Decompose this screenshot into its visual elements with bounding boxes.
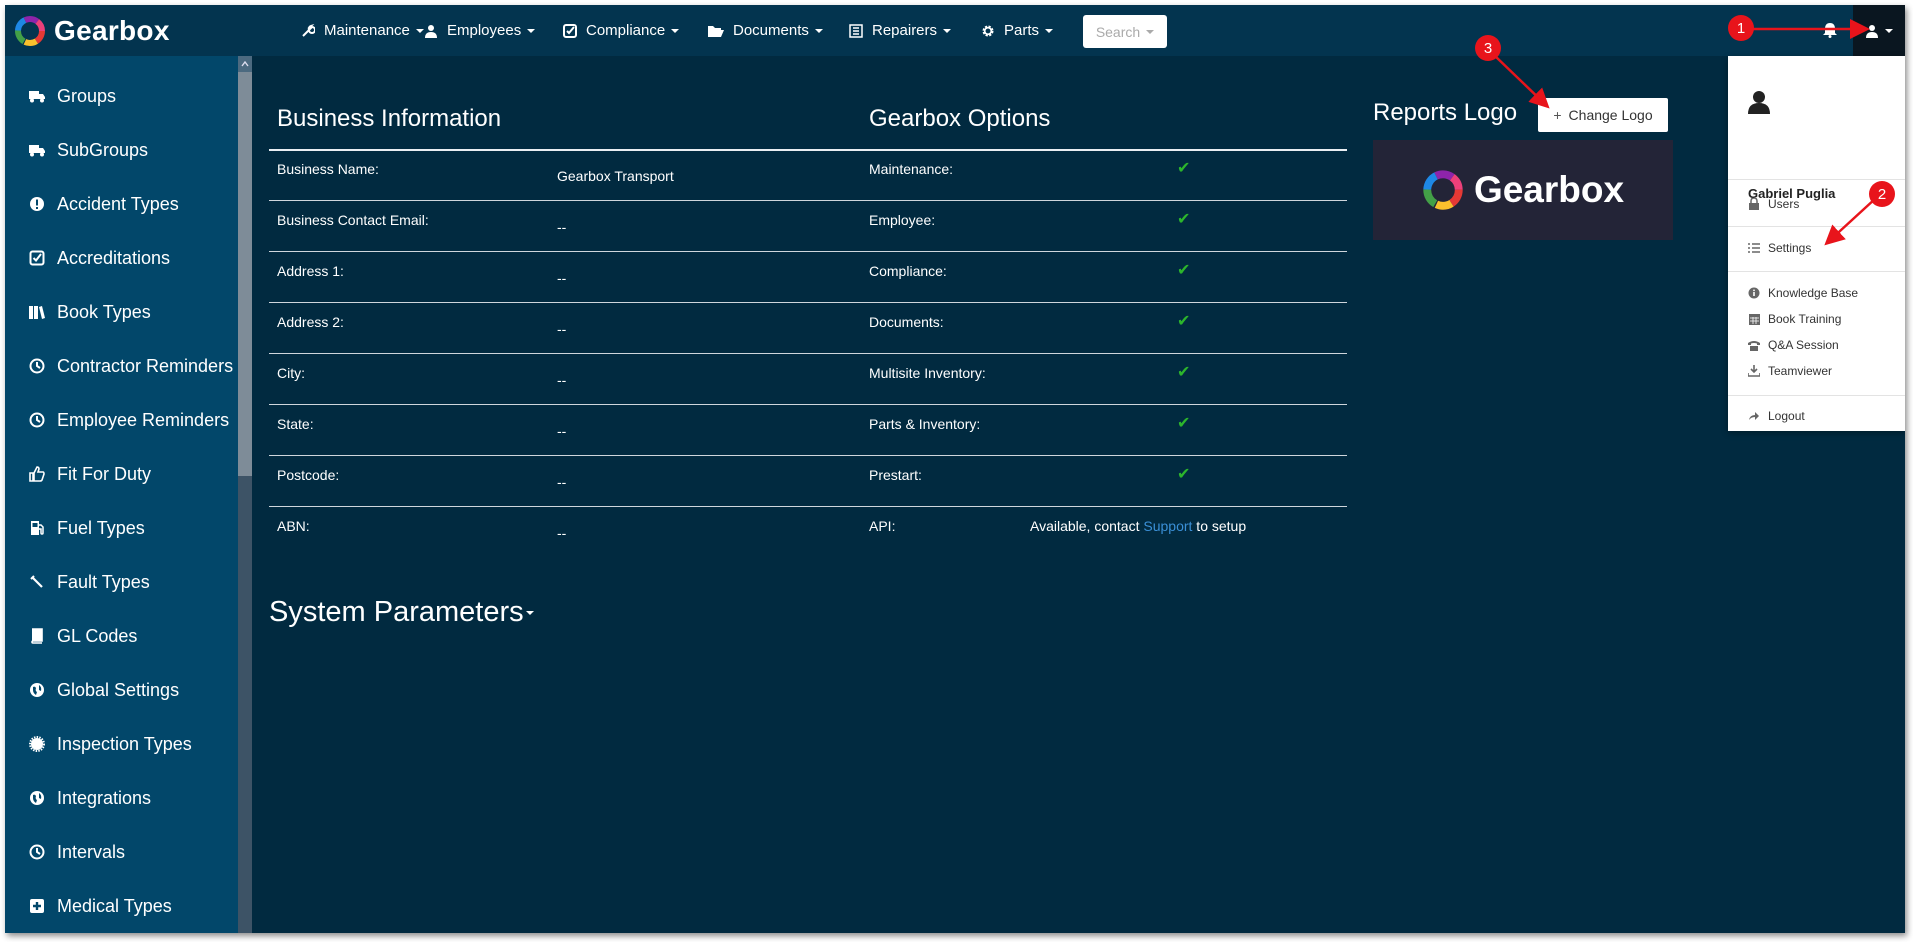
annotation-badge: 1 xyxy=(1728,15,1754,41)
annotation-layer xyxy=(1493,19,1877,246)
annotation-arrow xyxy=(1824,197,1877,246)
annotation-badge: 3 xyxy=(1475,35,1501,61)
annotation-arrow xyxy=(1493,54,1550,109)
app-window: Gearbox Maintenance Employees Compliance… xyxy=(5,5,1905,933)
annotation-badge: 2 xyxy=(1869,181,1895,207)
